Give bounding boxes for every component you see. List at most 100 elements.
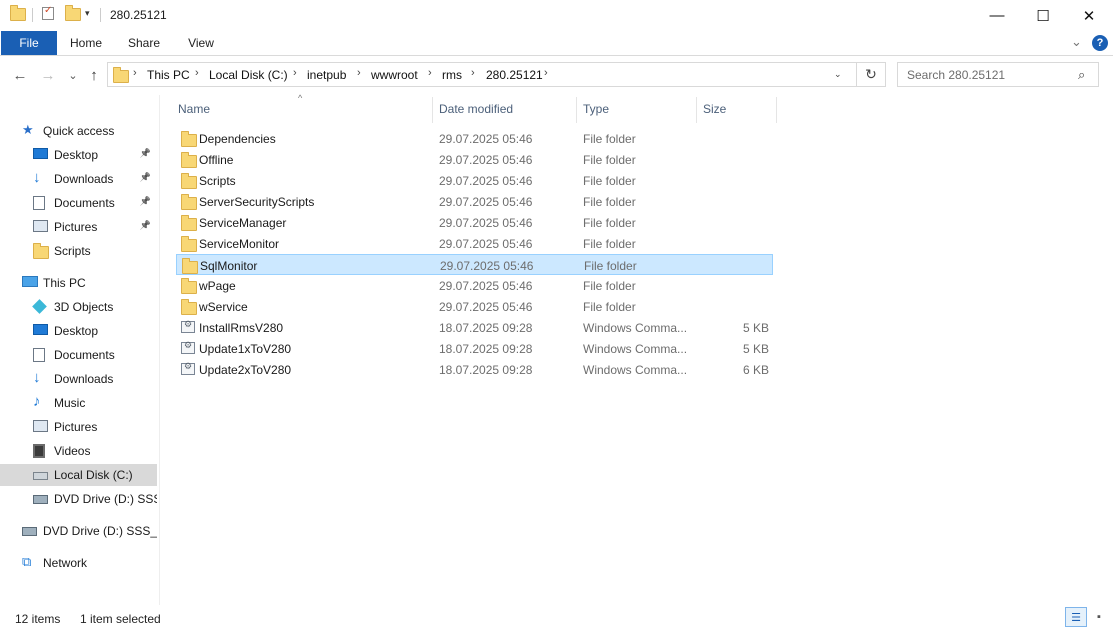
file-row[interactable]: Scripts 29.07.2025 05:46 File folder — [176, 170, 773, 191]
breadcrumb-chevron-icon[interactable]: › — [293, 67, 297, 79]
properties-icon[interactable]: ✓ — [42, 5, 54, 20]
file-row[interactable]: Update1xToV280 18.07.2025 09:28 Windows Co… — [176, 338, 773, 359]
nav-item[interactable]: Pictures 📌 — [0, 216, 157, 238]
file-row[interactable]: Update2xToV280 18.07.2025 09:28 Windows Co… — [176, 359, 773, 380]
back-button[interactable]: ← — [10, 64, 30, 86]
folder-icon — [181, 215, 197, 231]
tab-file[interactable]: File — [1, 31, 57, 55]
title-bar: ✓ ▾ 280.25121 — ☐ ✕ — [0, 0, 1113, 31]
nav-item[interactable]: Desktop 📌 — [0, 144, 157, 166]
file-row[interactable]: wService 29.07.2025 05:46 File folder — [176, 296, 773, 317]
nav-item[interactable]: Desktop — [0, 320, 157, 342]
file-type: File folder — [583, 174, 636, 188]
breadcrumb-current-folder[interactable]: 280.25121 — [486, 68, 543, 82]
column-header-name[interactable]: Name — [178, 102, 210, 116]
breadcrumb-local-disk[interactable]: Local Disk (C:) — [209, 68, 288, 82]
search-input[interactable]: Search 280.25121 ⌕ — [897, 62, 1099, 87]
nav-item[interactable]: ♪ Music — [0, 392, 157, 414]
close-button[interactable]: ✕ — [1066, 0, 1112, 31]
file-row[interactable]: ServiceManager 29.07.2025 05:46 File folde… — [176, 212, 773, 233]
file-size: 5 KB — [742, 321, 769, 335]
breadcrumb-this-pc[interactable]: This PC — [147, 68, 190, 82]
nav-item[interactable]: Scripts — [0, 240, 157, 262]
file-name: InstallRmsV280 — [199, 321, 284, 335]
breadcrumb-rms[interactable]: rms — [442, 68, 462, 82]
nav-item[interactable]: Documents — [0, 344, 157, 366]
nav-item[interactable]: ↓ Downloads — [0, 368, 157, 390]
nav-item[interactable]: Pictures — [0, 416, 157, 438]
breadcrumb-inetpub[interactable]: inetpub — [307, 68, 346, 82]
refresh-icon: ↻ — [865, 66, 877, 82]
address-history-chevron-icon[interactable]: ⌄ — [834, 69, 842, 80]
minimize-button[interactable]: — — [974, 0, 1020, 31]
column-header-date[interactable]: Date modified — [439, 102, 513, 116]
tab-view[interactable]: View — [177, 31, 225, 55]
ribbon-tabs: File Home Share View ⌄ ? — [0, 31, 1113, 56]
breadcrumb-chevron-icon[interactable]: › — [133, 67, 137, 79]
file-row[interactable]: Offline 29.07.2025 05:46 File folder — [176, 149, 773, 170]
refresh-button[interactable]: ↻ — [856, 62, 886, 87]
file-date-modified: 29.07.2025 05:46 — [439, 195, 533, 209]
nav-item[interactable]: ★ Quick access — [0, 120, 157, 142]
nav-item[interactable]: This PC — [0, 272, 157, 294]
nav-item[interactable]: Documents 📌 — [0, 192, 157, 214]
column-divider[interactable] — [432, 97, 433, 123]
folder-icon — [113, 67, 129, 83]
tab-home[interactable]: Home — [62, 31, 110, 55]
breadcrumb-chevron-icon[interactable]: › — [428, 67, 432, 79]
nav-item[interactable]: ⧉ Network — [0, 552, 157, 574]
large-icons-view-icon: ▪ — [1097, 611, 1101, 623]
file-type: File folder — [584, 259, 637, 273]
cube-icon — [32, 299, 49, 314]
breadcrumb-chevron-icon[interactable]: › — [357, 67, 361, 79]
new-folder-icon[interactable] — [65, 5, 81, 21]
tab-share[interactable]: Share — [120, 31, 168, 55]
nav-item-label: Pictures — [54, 220, 98, 234]
nav-item[interactable]: DVD Drive (D:) SSS_X — [0, 488, 157, 510]
recent-locations-button[interactable]: ⌄ — [63, 64, 83, 86]
expand-ribbon-icon[interactable]: ⌄ — [1071, 34, 1082, 50]
details-view-button[interactable]: ☰ — [1065, 607, 1087, 627]
nav-item[interactable]: DVD Drive (D:) SSS_X6 — [0, 520, 157, 542]
file-row[interactable]: ServiceMonitor 29.07.2025 05:46 File folde… — [176, 233, 773, 254]
column-divider[interactable] — [776, 97, 777, 123]
file-date-modified: 29.07.2025 05:46 — [439, 174, 533, 188]
breadcrumb-chevron-icon[interactable]: › — [544, 67, 548, 79]
file-type: File folder — [583, 132, 636, 146]
breadcrumb-chevron-icon[interactable]: › — [471, 67, 475, 79]
file-row[interactable]: wPage 29.07.2025 05:46 File folder — [176, 275, 773, 296]
pin-icon: 📌 — [139, 196, 151, 206]
search-icon[interactable]: ⌕ — [1078, 67, 1085, 83]
dvd-icon — [22, 524, 38, 538]
large-icons-view-button[interactable]: ▪ — [1088, 607, 1110, 627]
nav-item-label: Network — [43, 556, 88, 570]
nav-item[interactable]: ↓ Downloads 📌 — [0, 168, 157, 190]
nav-item[interactable]: Local Disk (C:) — [0, 464, 157, 486]
item-count: 12 items — [15, 612, 61, 626]
breadcrumb-chevron-icon[interactable]: › — [195, 67, 199, 79]
folder-icon — [181, 173, 197, 189]
column-header-size[interactable]: Size — [703, 102, 726, 116]
file-row[interactable]: SqlMonitor 29.07.2025 05:46 File folder — [176, 254, 773, 275]
column-divider[interactable] — [696, 97, 697, 123]
file-name: ServiceManager — [199, 216, 287, 230]
file-row[interactable]: Dependencies 29.07.2025 05:46 File folder — [176, 128, 773, 149]
file-row[interactable]: ServerSecurityScripts 29.07.2025 05:46 Fil… — [176, 191, 773, 212]
file-name: SqlMonitor — [200, 259, 258, 273]
help-icon[interactable]: ? — [1092, 35, 1108, 51]
window-title: 280.25121 — [110, 8, 167, 22]
nav-item-label: Downloads — [54, 372, 114, 386]
column-header-type[interactable]: Type — [583, 102, 609, 116]
nav-item[interactable]: Videos — [0, 440, 157, 462]
file-row[interactable]: InstallRmsV280 18.07.2025 09:28 Windows Co… — [176, 317, 773, 338]
nav-item[interactable]: 3D Objects — [0, 296, 157, 318]
nav-item-label: Downloads — [54, 172, 114, 186]
forward-button[interactable]: → — [38, 64, 58, 86]
up-button[interactable]: ↑ — [84, 64, 104, 86]
customize-toolbar-icon[interactable]: ▾ — [85, 8, 90, 19]
maximize-button[interactable]: ☐ — [1020, 0, 1066, 31]
column-divider[interactable] — [576, 97, 577, 123]
breadcrumb-wwwroot[interactable]: wwwroot — [371, 68, 418, 82]
nav-item-label: Scripts — [54, 244, 91, 258]
pin-icon: 📌 — [139, 172, 151, 182]
